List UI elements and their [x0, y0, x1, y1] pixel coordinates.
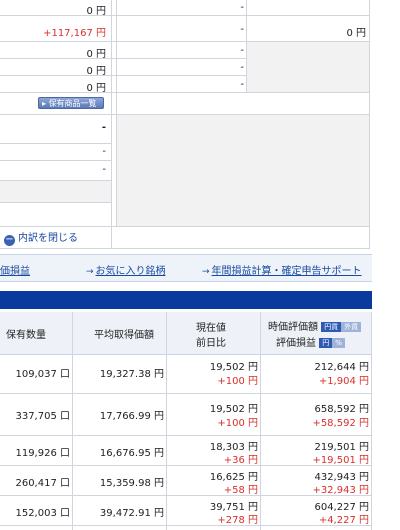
minus-circle-icon: − [4, 234, 15, 246]
header-price: 現在値 [196, 323, 226, 334]
summary-value: 0 円 [86, 66, 106, 77]
row-pl: +58,592 円 [312, 418, 369, 429]
row-avg-cost: 19,327.38 円 [99, 369, 164, 380]
portfolio-list-button[interactable]: ▸ 保有商品一覧 [38, 97, 104, 109]
row-qty: 337,705 口 [15, 411, 70, 422]
gray-cell [247, 41, 369, 92]
arrow-right-icon: → [86, 267, 94, 277]
header-valuation: 時価評価額 [268, 322, 318, 333]
summary-mid-value: - [240, 24, 244, 35]
pl-yen-toggle[interactable]: 円 [319, 338, 333, 348]
currency-foreign-toggle[interactable]: 外貨 [341, 322, 362, 332]
currency-jpy-toggle[interactable]: 円貨 [321, 322, 342, 332]
row-change: +36 円 [223, 455, 258, 466]
header-pl-group: 評価損益 円% [276, 334, 345, 349]
summary-mid-value: - [240, 79, 244, 90]
row-price: 19,502 円 [209, 404, 258, 415]
header-qty: 保有数量 [6, 330, 46, 341]
row-avg-cost: 16,676.95 円 [99, 448, 164, 459]
row-qty: 152,003 口 [15, 508, 70, 519]
arrow-right-icon: → [202, 267, 210, 277]
quick-links-bar: 評価損益 →お気に入り銘柄 →年間損益計算・確定申告サポート [0, 254, 372, 282]
row-pl: +32,943 円 [312, 485, 369, 496]
portfolio-list-label: 保有商品一覧 [48, 99, 97, 108]
row-avg-cost: 17,766.99 円 [99, 411, 164, 422]
row-change: +58 円 [223, 485, 258, 496]
favorites-link-label: お気に入り銘柄 [95, 266, 166, 277]
row-pl: +1,904 円 [318, 376, 369, 387]
row-qty: 109,037 口 [15, 369, 70, 380]
row-avg-cost: 15,359.98 円 [99, 478, 164, 489]
row-change: +100 円 [217, 418, 258, 429]
row-price: 19,502 円 [209, 362, 258, 373]
header-avg-cost: 平均取得価額 [94, 330, 154, 341]
summary-mid-value: - [240, 2, 244, 13]
row-valuation: 212,644 円 [314, 362, 369, 373]
summary-mid-value: - [240, 45, 244, 56]
summary-value: 0 円 [86, 49, 106, 60]
pl-percent-toggle[interactable]: % [332, 338, 345, 348]
row-qty: 260,417 口 [15, 478, 70, 489]
summary-right-value: 0 円 [346, 28, 366, 39]
header-change: 前日比 [196, 338, 226, 349]
row-change: +278 円 [217, 515, 258, 526]
summary-mark: - [102, 146, 106, 157]
header-pl: 評価損益 [276, 338, 316, 349]
row-valuation: 658,592 円 [314, 404, 369, 415]
summary-value: 0 円 [86, 6, 106, 17]
collapse-breakdown-button[interactable]: − 内訳を閉じる [4, 229, 78, 246]
annual-tax-link[interactable]: → 年間損益計算・確定申告サポート [202, 262, 362, 277]
row-pl: +19,501 円 [312, 455, 369, 466]
summary-value: +117,167 円 [43, 28, 106, 39]
summary-mark: - [102, 164, 106, 175]
summary-value: 0 円 [86, 83, 106, 94]
gray-cell [0, 180, 111, 202]
row-qty: 119,926 口 [15, 448, 70, 459]
profit-loss-link[interactable]: 評価損益 [0, 262, 30, 277]
section-header-bar [0, 291, 372, 309]
favorites-link[interactable]: → お気に入り銘柄 [86, 262, 166, 277]
gray-cell [117, 114, 369, 226]
divider [369, 0, 370, 248]
collapse-breakdown-label: 内訳を閉じる [18, 233, 78, 244]
holdings-table-header: 保有数量 平均取得価額 現在値 前日比 時価評価額 円貨 外貨 評価損益 円% [0, 312, 372, 355]
annual-tax-link-label: 年間損益計算・確定申告サポート [211, 266, 362, 277]
row-pl: +4,227 円 [318, 515, 369, 526]
header-valuation-group: 時価評価額 円貨 外貨 [268, 318, 362, 333]
row-avg-cost: 39,472.91 円 [99, 508, 164, 519]
summary-mid-value: - [240, 62, 244, 73]
row-change: +100 円 [217, 376, 258, 387]
chevron-right-icon: ▸ [42, 99, 47, 108]
summary-mark: - [101, 122, 106, 133]
